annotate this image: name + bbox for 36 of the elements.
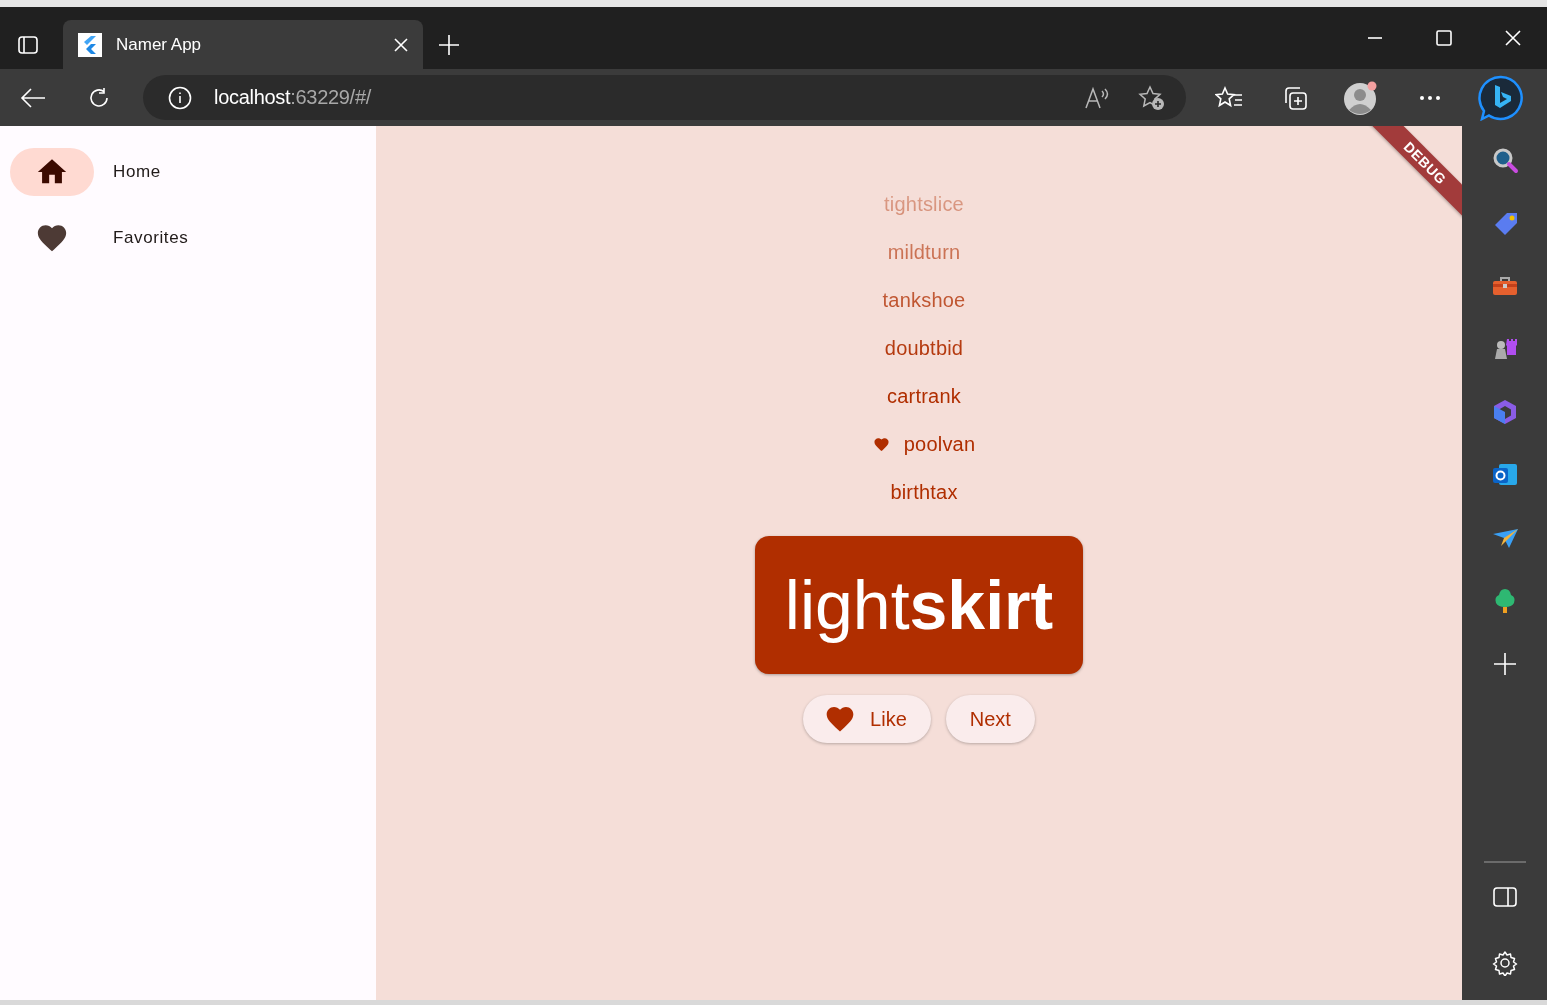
word-pair-card: lightskirt <box>754 536 1084 674</box>
chat-logo-icon[interactable] <box>1478 74 1524 121</box>
nav-item[interactable] <box>10 148 94 196</box>
nav-label: Favorites <box>113 228 189 248</box>
info-icon[interactable] <box>168 85 192 110</box>
next-button[interactable]: Next <box>945 695 1035 743</box>
history-word: birthtax <box>890 480 958 504</box>
settings-icon[interactable] <box>1491 950 1518 976</box>
new-tab-icon[interactable] <box>438 33 460 56</box>
flutter-logo-icon <box>78 32 102 57</box>
history-word: poolvan <box>903 432 976 456</box>
maximize-icon[interactable] <box>1435 30 1452 46</box>
heart-icon <box>872 435 890 453</box>
tab-actions-icon[interactable] <box>16 33 39 56</box>
read-aloud-icon[interactable] <box>1084 85 1110 110</box>
close-icon[interactable] <box>1504 30 1521 46</box>
refresh-icon[interactable] <box>87 85 111 110</box>
add-favorite-icon[interactable] <box>1138 84 1166 111</box>
history-word: mildturn <box>887 240 961 264</box>
close-tab-icon[interactable] <box>394 37 408 52</box>
profile-avatar-icon[interactable] <box>1343 79 1379 116</box>
address-bar[interactable]: localhost:63229/#/ <box>143 75 1186 120</box>
like-button[interactable]: Like <box>803 695 931 743</box>
history-word: doubtbid <box>884 336 964 360</box>
collections-icon[interactable] <box>1282 84 1308 111</box>
sidebar-toggle-icon[interactable] <box>1492 887 1517 907</box>
browser-tab[interactable]: Namer App <box>63 20 423 69</box>
tab-title: Namer App <box>116 34 203 55</box>
history-word: cartrank <box>887 384 961 408</box>
more-icon[interactable] <box>1419 94 1441 101</box>
favorites-icon[interactable] <box>1215 85 1243 110</box>
history-word: tankshoe <box>882 288 966 312</box>
nav-label: Home <box>113 162 161 182</box>
url-text: localhost:63229/#/ <box>214 86 373 109</box>
history-word: tightslice <box>884 192 964 216</box>
back-icon[interactable] <box>20 86 46 109</box>
